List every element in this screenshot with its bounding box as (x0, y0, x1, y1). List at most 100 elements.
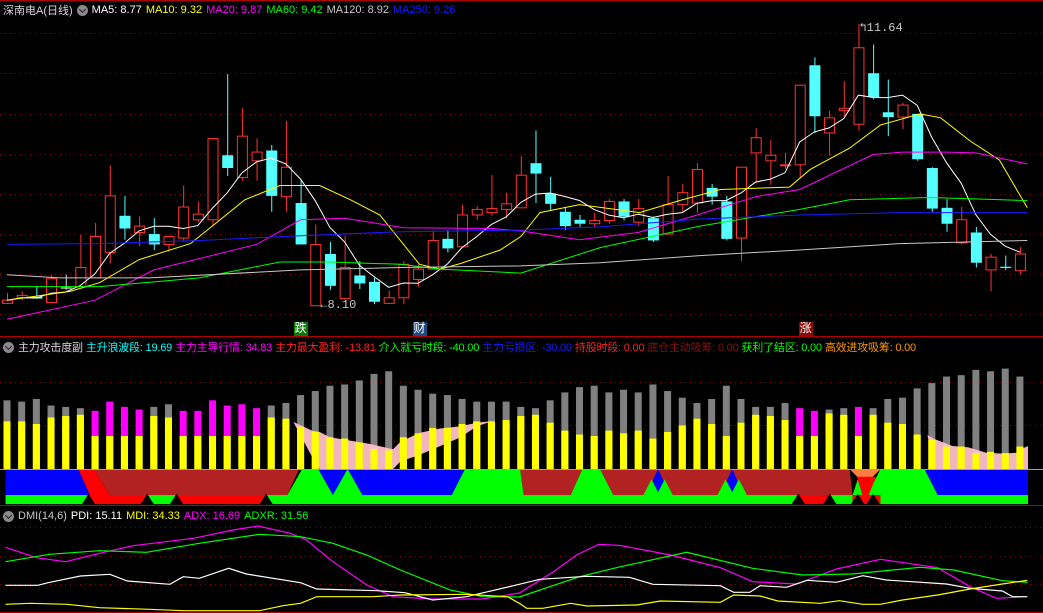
candle-body (324, 253, 336, 286)
candle (824, 110, 836, 156)
ma-line-ma250 (6, 212, 1028, 245)
candle-body (60, 287, 72, 289)
candle (794, 84, 806, 178)
candle-body (222, 155, 234, 168)
chevron-down-icon[interactable] (76, 4, 88, 16)
candle-body (163, 235, 175, 245)
legend-holding: 持股时段: 0.00 (574, 342, 645, 354)
candle-body (2, 299, 13, 304)
gray-bar-segment (620, 389, 628, 434)
yellow-bar-overlay (62, 416, 70, 469)
stock-title: 深南电A(日线) (3, 5, 73, 17)
dmi-title: DMI(14,6) (18, 510, 67, 522)
gray-bar-segment (1001, 368, 1009, 454)
candle-body (691, 169, 703, 204)
candle (280, 121, 292, 212)
candle (985, 253, 997, 292)
yellow-bar-overlay (106, 435, 114, 469)
candle-body (471, 208, 483, 216)
candle (501, 192, 513, 219)
event-marker-finance[interactable]: 财 (412, 322, 427, 336)
candle-body (427, 239, 439, 270)
gray-bar-segment (341, 384, 349, 439)
yellow-bar-overlay (194, 435, 202, 469)
gray-bar-segment (649, 384, 657, 439)
candle (46, 275, 58, 304)
yellow-bar-overlay (1016, 446, 1024, 469)
candle-body (251, 151, 263, 162)
event-marker-drop[interactable]: 跌 (293, 322, 308, 336)
gray-bar-segment (443, 395, 451, 429)
candle-body (339, 267, 351, 300)
chevron-down-icon[interactable] (3, 341, 14, 353)
yellow-bar-overlay (18, 421, 26, 469)
legend-adx: ADX: 16.69 (183, 510, 241, 522)
gray-bar-segment (928, 383, 936, 440)
yellow-bar-overlay (517, 416, 525, 469)
candle-body (574, 219, 586, 224)
candle (589, 212, 601, 228)
candle (383, 290, 395, 304)
attack-indicator-panel[interactable] (3, 368, 1029, 505)
yellow-bar-overlay (605, 430, 613, 469)
gray-bar-segment (781, 402, 789, 421)
yellow-bar-overlay (443, 428, 451, 469)
candle-body (369, 281, 380, 302)
gray-bar-segment (678, 397, 686, 426)
yellow-bar-overlay (76, 414, 84, 469)
gray-bar-segment (752, 406, 760, 415)
candle-body (882, 112, 894, 118)
yellow-bar-overlay (796, 435, 804, 469)
legend-ma250: MA250: 9.26 (392, 4, 456, 16)
gray-bar-segment (957, 375, 965, 447)
yellow-bar-overlay (810, 435, 818, 469)
candle (324, 242, 336, 290)
gray-bar-segment (297, 395, 305, 427)
magenta-bar-segment (179, 410, 187, 436)
candle (104, 165, 116, 264)
yellow-bar-overlay (414, 433, 422, 469)
legend-base-accumulation: 底仓主动吸筹: 0.00 (647, 342, 739, 354)
legend-pdi: PDI: 15.11 (70, 510, 123, 522)
yellow-bar-overlay (913, 434, 921, 469)
candle-body (985, 256, 997, 271)
yellow-bar-overlay (649, 438, 657, 469)
candle-body (383, 297, 395, 304)
candle (1000, 255, 1012, 270)
event-marker-rise[interactable]: 涨 (798, 322, 813, 336)
candle-body (750, 137, 762, 154)
price-panel[interactable] (2, 23, 1028, 320)
chevron-down-icon[interactable] (3, 510, 14, 522)
candle-body (501, 203, 513, 210)
candle (559, 207, 571, 231)
price-panel-header: 深南电A(日线) MA5: 8.77 MA10: 9.32 MA20: 9.87… (3, 1, 459, 19)
gray-bar-segment (385, 371, 393, 451)
gray-bar-segment (943, 376, 951, 447)
gray-bar-segment (370, 373, 378, 450)
yellow-bar-overlay (311, 431, 319, 469)
legend-adxr: ADXR: 31.56 (244, 510, 309, 522)
candle-body (603, 200, 615, 222)
gray-bar-segment (913, 388, 921, 435)
gray-bar-segment (722, 385, 730, 436)
yellow-bar-overlay (355, 442, 363, 469)
candle-body (75, 267, 87, 288)
legend-efficient-attack: 高效进攻吸筹: 0.00 (824, 342, 916, 354)
candle (251, 138, 263, 181)
gray-bar-segment (987, 371, 995, 452)
yellow-bar-overlay (1001, 453, 1009, 469)
candle (941, 199, 953, 232)
yellow-bar-overlay (32, 424, 40, 469)
gray-bar-segment (869, 408, 877, 415)
legend-ma60: MA60: 9.42 (266, 4, 323, 16)
candle-body (280, 166, 292, 198)
candle (369, 277, 380, 305)
gray-bar-segment (605, 392, 613, 431)
yellow-bar-overlay (47, 417, 55, 469)
magenta-bar-segment (106, 401, 114, 436)
dmi-panel[interactable] (5, 525, 1028, 612)
yellow-bar-overlay (267, 417, 275, 469)
candle-body (662, 204, 674, 235)
candle (310, 224, 322, 307)
candle-body (90, 235, 102, 279)
